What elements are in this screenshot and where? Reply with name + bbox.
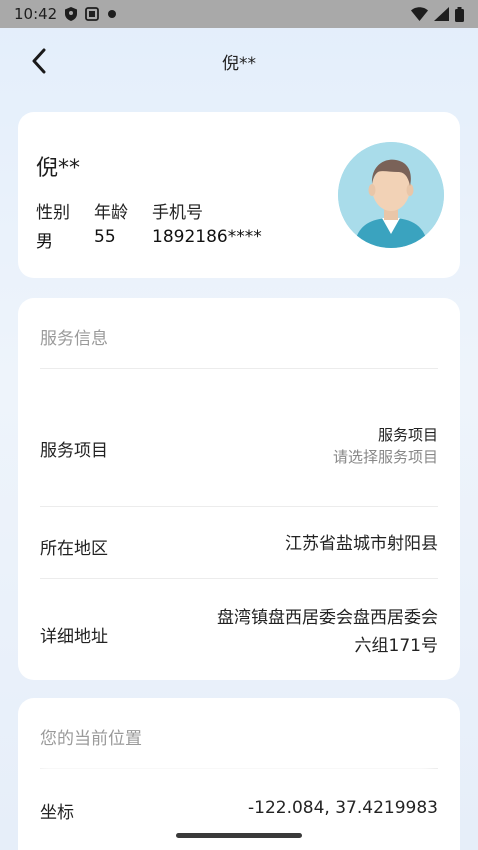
profile-name: 倪** — [36, 156, 81, 181]
home-indicator[interactable] — [176, 833, 302, 838]
location-section-title: 您的当前位置 — [40, 729, 142, 749]
gender-label: 性别 — [36, 203, 70, 223]
address-value: 盘湾镇盘西居委会盘西居委会 六组171号 — [217, 604, 438, 660]
divider — [40, 368, 438, 369]
region-label: 所在地区 — [40, 539, 108, 559]
shield-icon — [65, 7, 78, 21]
divider — [40, 578, 438, 579]
screenshot-icon — [85, 7, 100, 21]
battery-icon — [455, 6, 464, 22]
status-time: 10:42 — [14, 5, 58, 23]
service-item-value[interactable]: 服务项目 请选择服务项目 — [333, 424, 438, 468]
address-line-1: 盘湾镇盘西居委会盘西居委会 — [217, 608, 438, 628]
divider — [40, 506, 438, 507]
phone-field: 手机号 1892186**** — [152, 198, 262, 252]
profile-fields: 性别 男 年龄 55 手机号 1892186**** — [36, 198, 262, 252]
avatar — [338, 142, 444, 248]
service-item-label: 服务项目 — [40, 441, 108, 461]
signal-icon — [434, 7, 449, 21]
gender-value: 男 — [36, 232, 53, 252]
coord-value: -122.084, 37.4219983 — [248, 798, 438, 818]
address-line-2: 六组171号 — [354, 636, 438, 656]
wifi-icon — [411, 7, 428, 21]
service-section-title: 服务信息 — [40, 329, 108, 349]
age-value: 55 — [94, 227, 116, 247]
avatar-person-icon — [338, 142, 444, 248]
back-button[interactable] — [26, 48, 52, 74]
status-bar: 10:42 — [0, 0, 478, 28]
page-title: 倪** — [222, 53, 256, 74]
phone-value: 1892186**** — [152, 227, 262, 247]
age-field: 年龄 55 — [94, 198, 128, 252]
coord-label: 坐标 — [40, 803, 74, 823]
region-value: 江苏省盐城市射阳县 — [285, 534, 438, 554]
gender-field: 性别 男 — [36, 198, 70, 252]
service-card: 服务信息 服务项目 服务项目 请选择服务项目 所在地区 江苏省盐城市射阳县 详细… — [18, 298, 460, 680]
phone-label: 手机号 — [152, 203, 203, 223]
age-label: 年龄 — [94, 203, 128, 223]
service-item-placeholder: 请选择服务项目 — [332, 448, 438, 466]
nav-header: 倪** — [0, 28, 478, 94]
overlay-blur — [40, 764, 430, 792]
chevron-left-icon — [32, 48, 46, 74]
address-label: 详细地址 — [40, 627, 108, 647]
profile-card: 倪** 性别 男 年龄 55 手机号 1892186**** — [18, 112, 460, 278]
service-item-value-title: 服务项目 — [377, 426, 438, 444]
notification-dot-icon — [107, 9, 117, 19]
